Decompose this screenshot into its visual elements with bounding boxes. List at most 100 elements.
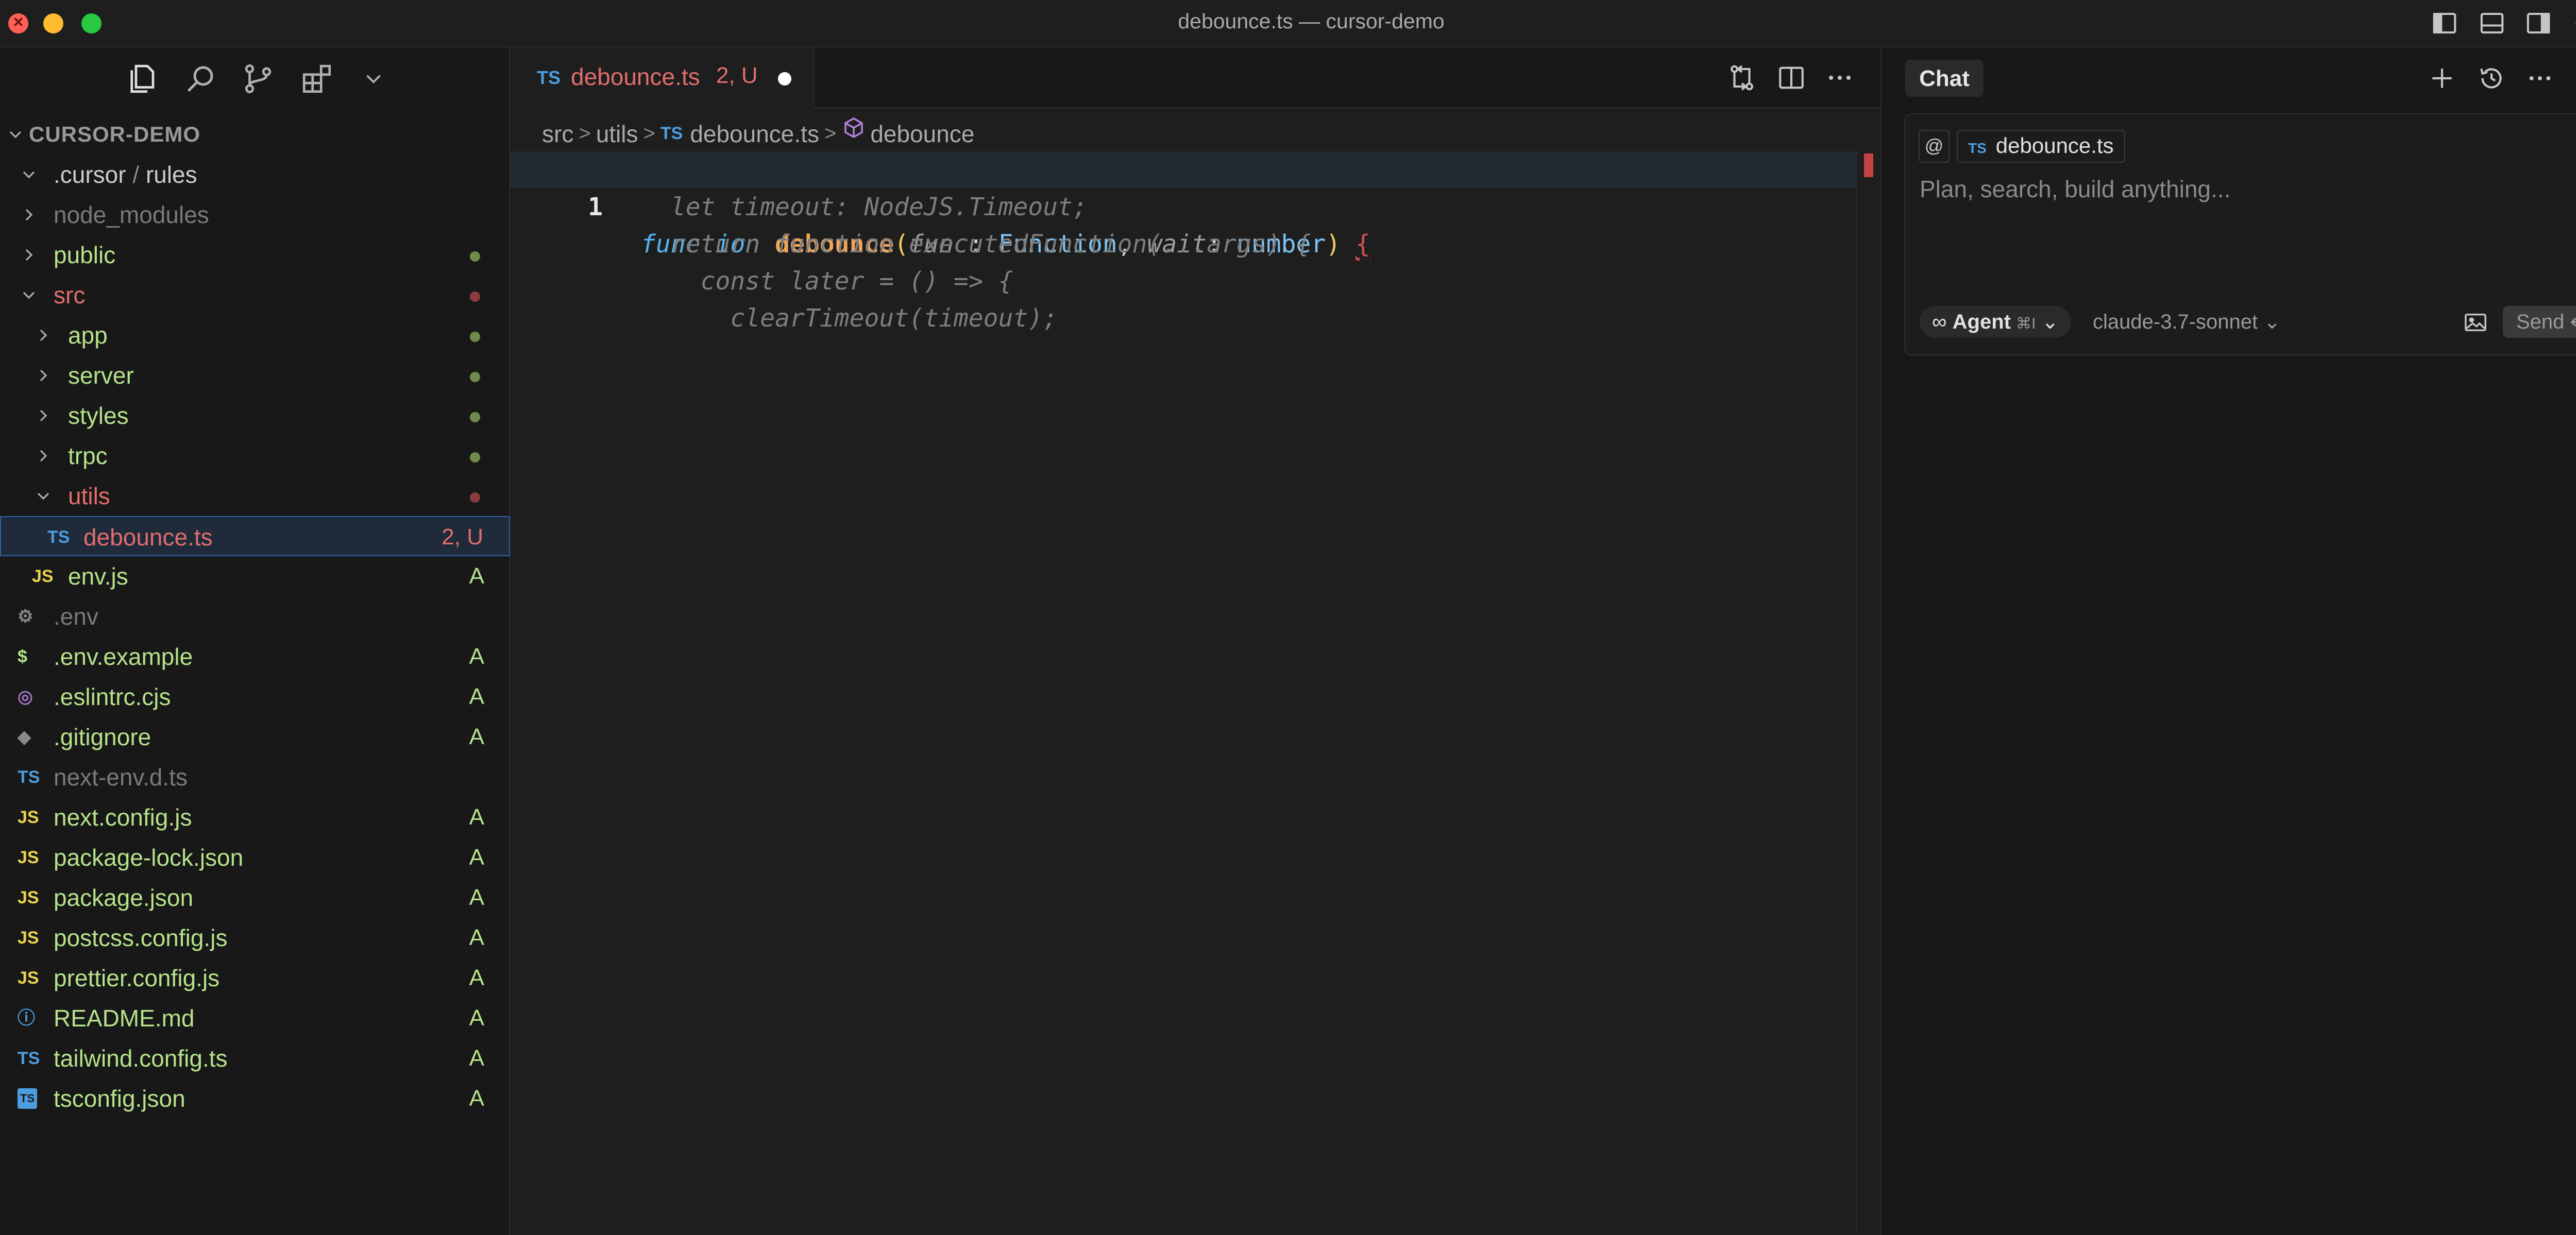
- explorer-folder[interactable]: app: [0, 315, 510, 355]
- breadcrumb-src[interactable]: src: [542, 120, 573, 148]
- split-editor-icon[interactable]: [1776, 63, 1806, 93]
- explorer-item-label: app: [68, 315, 108, 355]
- tab-chat[interactable]: Chat: [1905, 60, 1984, 97]
- chevron-right-icon[interactable]: [33, 396, 54, 436]
- git-status-badge: A: [469, 637, 484, 677]
- send-button[interactable]: Send ↵: [2503, 306, 2576, 338]
- agent-shortcut: ⌘I: [2016, 315, 2036, 332]
- file-type-icon: TS: [18, 757, 40, 797]
- source-control-icon[interactable]: [241, 62, 275, 96]
- explorer-file[interactable]: JSpackage.jsonA: [0, 878, 510, 918]
- explorer-folder[interactable]: public: [0, 235, 510, 275]
- explorer-item-label: next-env.d.ts: [54, 757, 188, 797]
- settings-gear-icon[interactable]: [2573, 9, 2576, 37]
- explorer-file[interactable]: JSpackage-lock.jsonA: [0, 837, 510, 878]
- git-status-dot: [470, 492, 480, 503]
- explorer-file[interactable]: ◎.eslintrc.cjsA: [0, 677, 510, 717]
- explorer-file[interactable]: $.env.exampleA: [0, 637, 510, 677]
- explorer-folder[interactable]: server: [0, 355, 510, 396]
- explorer-file[interactable]: JS next.config.js A: [0, 797, 510, 837]
- unsaved-dot-icon[interactable]: [778, 72, 791, 85]
- chevron-right-icon[interactable]: [33, 436, 54, 476]
- explorer-file[interactable]: ◆.gitignoreA: [0, 717, 510, 757]
- chevron-down-icon[interactable]: [19, 155, 39, 195]
- toggle-secondary-sidebar-icon[interactable]: [2524, 9, 2552, 37]
- git-status-dot: [470, 291, 480, 302]
- close-icon[interactable]: [2574, 64, 2576, 93]
- image-attach-icon[interactable]: [2464, 312, 2487, 333]
- git-status-badge: A: [469, 878, 484, 918]
- window-title: debounce.ts — cursor-demo: [0, 9, 2576, 33]
- context-file-label: debounce.ts: [1996, 133, 2114, 158]
- chevron-down-icon[interactable]: [33, 476, 54, 516]
- explorer-item-label: tailwind.config.ts: [54, 1038, 228, 1078]
- explorer-folder[interactable]: src: [0, 275, 510, 315]
- new-chat-icon[interactable]: [2428, 64, 2456, 93]
- file-type-icon: JS: [32, 556, 54, 596]
- chevron-right-icon[interactable]: [19, 195, 39, 235]
- explorer-folder[interactable]: styles: [0, 396, 510, 436]
- more-icon[interactable]: [2526, 64, 2554, 93]
- ghost-suggestion-line: let timeout: NodeJS.Timeout;: [510, 188, 1860, 226]
- code-line-1[interactable]: 1 function debounce(func: Function, wait…: [510, 151, 1860, 188]
- chat-input[interactable]: Plan, search, build anything...: [1920, 175, 2230, 203]
- explorer-folder[interactable]: trpc: [0, 436, 510, 476]
- tab-problem-badge: 2, U: [716, 63, 758, 89]
- more-actions-icon[interactable]: [1825, 63, 1855, 93]
- chevron-right-icon[interactable]: [19, 235, 39, 275]
- open-changes-icon[interactable]: [1727, 63, 1757, 93]
- chevron-right-icon[interactable]: [33, 315, 54, 355]
- explorer-file[interactable]: JS env.js A: [0, 556, 510, 596]
- extensions-icon[interactable]: [300, 62, 334, 96]
- explorer-item-label: next.config.js: [54, 797, 192, 837]
- chat-panel: Chat @ TSdebounce.ts Plan, search, build…: [1880, 47, 2576, 1235]
- ghost-text: let timeout: NodeJS.Timeout;: [641, 188, 1088, 226]
- symbol-method-icon: [841, 115, 866, 140]
- history-icon[interactable]: [2477, 64, 2506, 93]
- explorer-folder[interactable]: utils: [0, 476, 510, 516]
- git-status-badge: 2, U: [442, 517, 483, 557]
- chevron-down-icon[interactable]: [19, 275, 39, 315]
- git-status-dot: [470, 412, 480, 422]
- chat-tab-label: Chat: [1905, 66, 1984, 92]
- primary-sidebar: CURSOR-DEMO .cursor / rulesnode_modulesp…: [0, 47, 510, 1235]
- more-chevron-icon[interactable]: [361, 62, 386, 96]
- explorer-item-label: .eslintrc.cjs: [54, 677, 171, 717]
- file-type-icon: JS: [18, 797, 39, 837]
- context-file-chip[interactable]: TSdebounce.ts: [1957, 130, 2125, 163]
- git-status-badge: A: [469, 556, 484, 596]
- explorer-root[interactable]: CURSOR-DEMO: [0, 114, 510, 155]
- breadcrumb-file[interactable]: debounce.ts: [690, 120, 819, 148]
- git-status-badge: A: [469, 1078, 484, 1119]
- explorer-file[interactable]: TStailwind.config.tsA: [0, 1038, 510, 1078]
- tab-debounce-ts[interactable]: TS debounce.ts 2, U: [510, 47, 814, 108]
- explorer-item-label: env.js: [68, 556, 128, 596]
- explorer-item-label: .env: [54, 596, 98, 637]
- explorer-file[interactable]: TS next-env.d.ts: [0, 757, 510, 797]
- chevron-right-icon[interactable]: [33, 355, 54, 396]
- editor-scrollbar[interactable]: [1856, 153, 1882, 1233]
- search-icon[interactable]: [183, 62, 217, 96]
- agent-mode-dropdown[interactable]: ∞ Agent⌘I ⌄: [1920, 306, 2071, 338]
- explorer-folder[interactable]: .cursor / rules: [0, 155, 510, 195]
- explorer-item-label: .gitignore: [54, 717, 151, 757]
- explorer-file[interactable]: TStsconfig.jsonA: [0, 1078, 510, 1119]
- explorer-file[interactable]: ⚙.env: [0, 596, 510, 637]
- toggle-panel-icon[interactable]: [2478, 9, 2506, 37]
- breadcrumb-symbol[interactable]: debounce: [870, 120, 974, 148]
- git-status-badge: A: [469, 797, 484, 837]
- explorer-item-label: debounce.ts: [83, 517, 213, 557]
- explorer-icon[interactable]: [125, 62, 159, 96]
- ghost-text: return function executedFunction(...args…: [641, 226, 1311, 263]
- toggle-primary-sidebar-icon[interactable]: [2431, 9, 2459, 37]
- explorer-file[interactable]: JSpostcss.config.jsA: [0, 918, 510, 958]
- git-status-dot: [470, 251, 480, 262]
- add-context-button[interactable]: @: [1919, 130, 1950, 163]
- model-selector[interactable]: claude-3.7-sonnet ⌄: [2093, 306, 2281, 338]
- breadcrumb-separator: >: [579, 122, 590, 145]
- explorer-file[interactable]: TSdebounce.ts2, U: [0, 516, 510, 556]
- explorer-file[interactable]: JSprettier.config.jsA: [0, 958, 510, 998]
- breadcrumb-utils[interactable]: utils: [596, 120, 638, 148]
- explorer-folder[interactable]: node_modules: [0, 195, 510, 235]
- explorer-file[interactable]: ⓘREADME.mdA: [0, 998, 510, 1038]
